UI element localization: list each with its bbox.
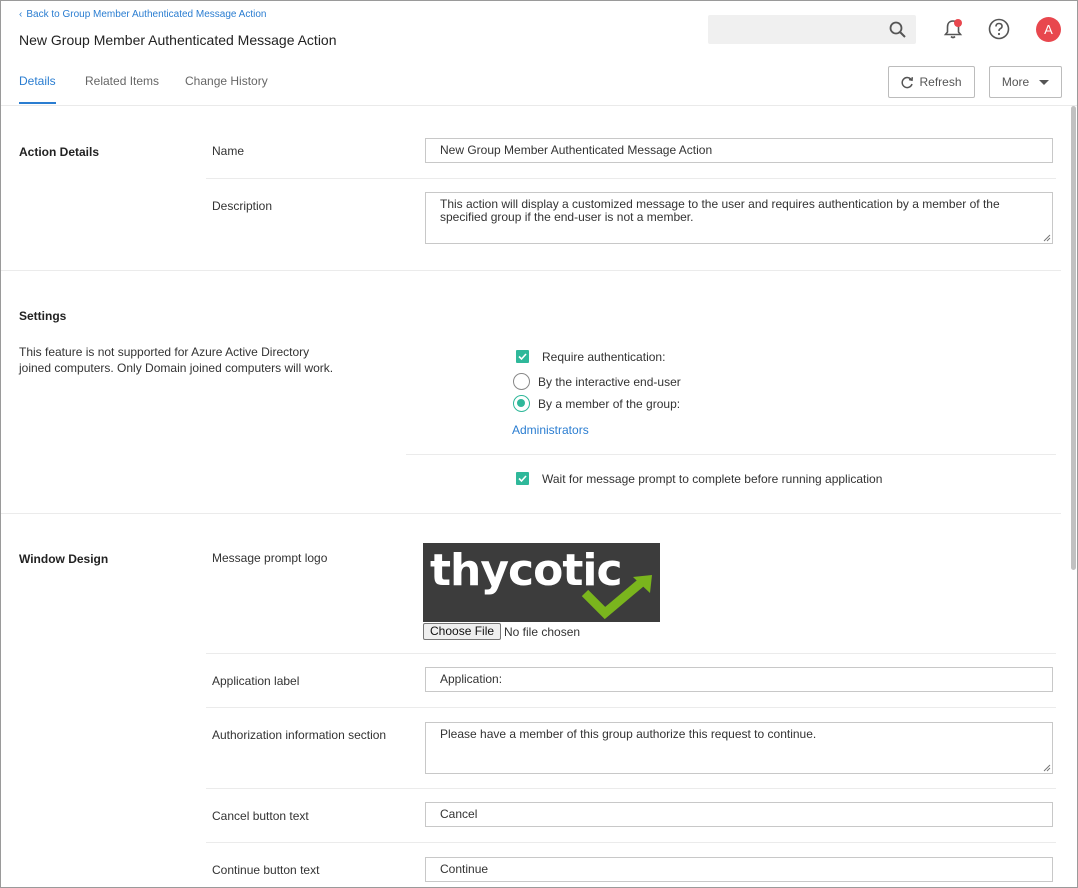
refresh-button[interactable]: Refresh xyxy=(888,66,975,98)
search-box[interactable] xyxy=(708,15,916,44)
check-icon xyxy=(518,475,527,483)
app-label-field[interactable]: Application: xyxy=(425,667,1053,692)
continue-text-label: Continue button text xyxy=(212,863,320,877)
group-link[interactable]: Administrators xyxy=(512,423,589,437)
name-label: Name xyxy=(212,144,245,158)
auth-info-value: Please have a member of this group autho… xyxy=(440,727,817,741)
cancel-text-field[interactable]: Cancel xyxy=(425,802,1053,827)
file-status: No file chosen xyxy=(504,625,581,639)
more-button[interactable]: More xyxy=(989,66,1062,98)
divider xyxy=(206,178,1056,179)
scrollbar[interactable] xyxy=(1069,106,1077,887)
section-title-window-design: Window Design xyxy=(19,552,109,566)
settings-note: This feature is not supported for Azure … xyxy=(19,345,334,375)
resize-handle-icon[interactable] xyxy=(1043,764,1051,772)
avatar[interactable]: A xyxy=(1036,17,1061,42)
divider xyxy=(206,653,1056,654)
divider xyxy=(206,842,1056,843)
app-label-label: Application label xyxy=(212,674,300,688)
radio-group-member-label: By a member of the group: xyxy=(538,397,681,411)
back-link[interactable]: ‹ Back to Group Member Authenticated Mess… xyxy=(19,9,266,20)
description-value: This action will display a customized me… xyxy=(440,197,1000,224)
app-window: ‹ Back to Group Member Authenticated Mess… xyxy=(0,0,1078,888)
radio-interactive-end-user[interactable] xyxy=(513,373,530,390)
cancel-text-label: Cancel button text xyxy=(212,809,309,823)
description-field[interactable]: This action will display a customized me… xyxy=(425,192,1053,244)
check-icon xyxy=(518,353,527,361)
search-icon[interactable] xyxy=(889,21,906,38)
help-icon[interactable] xyxy=(988,18,1010,40)
continue-text-field[interactable]: Continue xyxy=(425,857,1053,882)
divider xyxy=(1,270,1061,271)
bell-icon[interactable] xyxy=(942,18,964,40)
radio-interactive-end-user-label: By the interactive end-user xyxy=(538,375,681,389)
section-title-settings: Settings xyxy=(19,309,67,323)
search-input[interactable] xyxy=(708,15,878,44)
divider xyxy=(406,454,1056,455)
section-title-action-details: Action Details xyxy=(19,145,100,159)
refresh-label: Refresh xyxy=(919,75,962,89)
chevron-down-icon xyxy=(1039,79,1050,85)
refresh-icon xyxy=(901,76,914,88)
name-field[interactable]: New Group Member Authenticated Message A… xyxy=(425,138,1053,163)
back-link-label: Back to Group Member Authenticated Messa… xyxy=(26,9,267,20)
logo-label: Message prompt logo xyxy=(212,551,328,565)
resize-handle-icon[interactable] xyxy=(1043,234,1051,242)
tab-details[interactable]: Details xyxy=(19,74,56,88)
divider xyxy=(206,788,1056,789)
divider xyxy=(1,513,1061,514)
auth-info-field[interactable]: Please have a member of this group autho… xyxy=(425,722,1053,774)
chevron-left-icon: ‹ xyxy=(19,9,23,20)
wait-label: Wait for message prompt to complete befo… xyxy=(542,472,883,486)
radio-group-member[interactable] xyxy=(513,395,530,412)
more-label: More xyxy=(1001,75,1030,89)
tabs-divider xyxy=(1,105,1077,106)
require-auth-checkbox[interactable] xyxy=(516,350,529,363)
logo-image: thycotic xyxy=(423,543,660,622)
auth-info-label: Authorization information section xyxy=(212,728,387,742)
require-auth-label: Require authentication: xyxy=(542,350,666,364)
choose-file-button[interactable]: Choose File xyxy=(423,623,502,640)
wait-checkbox[interactable] xyxy=(516,472,529,485)
checkmark-logo-icon xyxy=(581,575,652,620)
tab-change-history[interactable]: Change History xyxy=(185,74,268,88)
active-tab-indicator xyxy=(19,102,56,104)
page-title: New Group Member Authenticated Message A… xyxy=(19,32,337,48)
scroll-thumb[interactable] xyxy=(1071,106,1076,570)
description-label: Description xyxy=(212,199,273,213)
divider xyxy=(206,707,1056,708)
tab-related-items[interactable]: Related Items xyxy=(85,74,159,88)
